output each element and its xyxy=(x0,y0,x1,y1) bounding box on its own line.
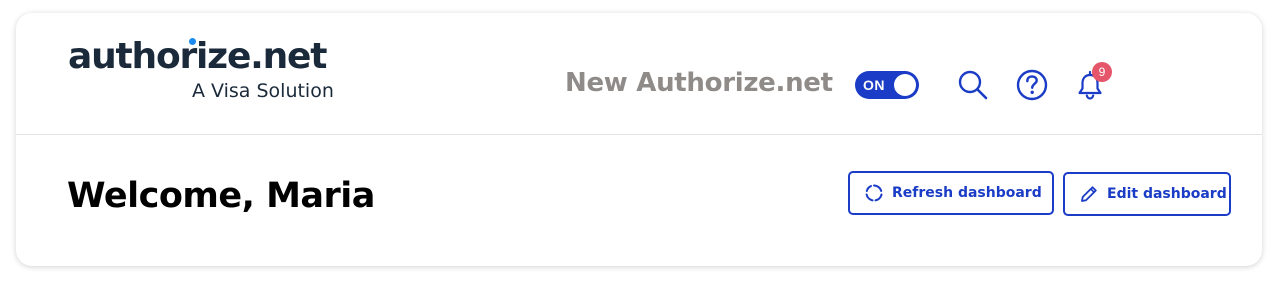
top-header: authorize.net A Visa Solution New Author… xyxy=(16,13,1262,135)
edit-dashboard-button[interactable]: Edit dashboard xyxy=(1063,172,1231,216)
edit-dashboard-label: Edit dashboard xyxy=(1107,186,1227,202)
toggle-state-label: ON xyxy=(863,77,885,93)
new-experience-toggle[interactable]: ON xyxy=(855,71,919,99)
search-icon[interactable] xyxy=(954,67,990,103)
refresh-icon xyxy=(864,183,884,203)
dashboard-card: authorize.net A Visa Solution New Author… xyxy=(16,13,1262,266)
notification-badge: 9 xyxy=(1092,62,1112,82)
refresh-dashboard-label: Refresh dashboard xyxy=(892,185,1042,201)
welcome-heading: Welcome, Maria xyxy=(67,176,375,216)
refresh-dashboard-button[interactable]: Refresh dashboard xyxy=(848,171,1054,215)
help-icon[interactable] xyxy=(1014,67,1050,103)
toggle-knob xyxy=(894,74,916,96)
authorize-net-logo[interactable]: authorize.net A Visa Solution xyxy=(68,35,358,107)
logo-wordmark: authorize.net xyxy=(68,36,327,77)
pencil-icon xyxy=(1079,184,1099,204)
new-experience-label: New Authorize.net xyxy=(565,68,833,98)
logo-tagline: A Visa Solution xyxy=(192,80,334,102)
logo-i-dot xyxy=(189,38,196,45)
